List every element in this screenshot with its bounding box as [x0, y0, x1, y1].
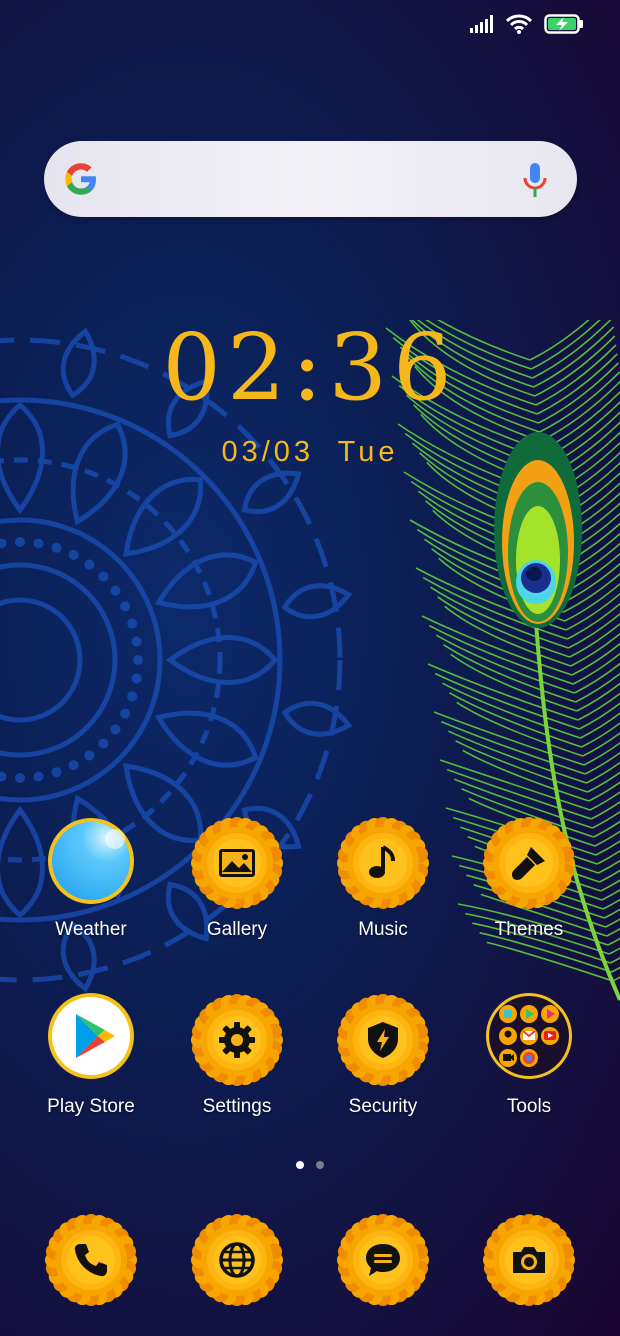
dock-browser[interactable]: [167, 1212, 307, 1308]
app-weather[interactable]: Weather: [21, 815, 161, 941]
shield-bolt-icon: [368, 1022, 398, 1058]
app-settings[interactable]: Settings: [167, 992, 307, 1118]
app-play-store[interactable]: Play Store: [21, 992, 161, 1118]
app-label-weather: Weather: [55, 919, 127, 940]
app-security[interactable]: Security: [313, 992, 453, 1118]
app-themes[interactable]: Themes: [459, 815, 599, 941]
play-store-icon: [48, 993, 134, 1079]
microphone-icon[interactable]: [523, 163, 547, 197]
app-tools-folder[interactable]: Tools: [459, 992, 599, 1118]
app-label-music: Music: [358, 919, 408, 940]
music-note-icon: [369, 845, 395, 878]
dock-messages[interactable]: [313, 1212, 453, 1308]
cell-signal-icon: [470, 15, 493, 33]
message-icon: [366, 1244, 400, 1276]
app-label-themes: Themes: [494, 919, 564, 940]
google-search-bar[interactable]: [44, 141, 577, 217]
clock-date[interactable]: 03/03 Tue: [0, 436, 620, 469]
dock-camera[interactable]: [459, 1212, 599, 1308]
gallery-icon: [219, 849, 255, 877]
app-label-security: Security: [348, 1096, 418, 1117]
battery-charging-icon: [544, 14, 583, 34]
page-indicator: [0, 1161, 620, 1169]
page-dot[interactable]: [316, 1161, 324, 1169]
gear-icon: [219, 1022, 255, 1058]
app-label-play-store: Play Store: [47, 1096, 135, 1117]
phone-icon: [74, 1244, 107, 1277]
app-label-gallery: Gallery: [206, 919, 268, 940]
app-music[interactable]: Music: [313, 815, 453, 941]
clock-time[interactable]: 02:36: [0, 318, 620, 418]
google-g-icon: [65, 163, 96, 195]
wifi-icon: [506, 14, 532, 34]
dock-phone[interactable]: [21, 1212, 161, 1308]
home-screen: 02:36 03/03 Tue Weather Gallery Music Th…: [0, 0, 620, 1336]
paintbrush-icon: [512, 847, 545, 880]
weather-icon: [48, 818, 134, 904]
folder-icon: [486, 993, 572, 1079]
camera-icon: [513, 1247, 545, 1273]
app-label-settings: Settings: [202, 1096, 272, 1117]
page-dot-active[interactable]: [296, 1161, 304, 1169]
globe-icon: [219, 1242, 255, 1278]
app-label-tools: Tools: [506, 1096, 552, 1117]
status-bar: [470, 14, 584, 34]
app-gallery[interactable]: Gallery: [167, 815, 307, 941]
